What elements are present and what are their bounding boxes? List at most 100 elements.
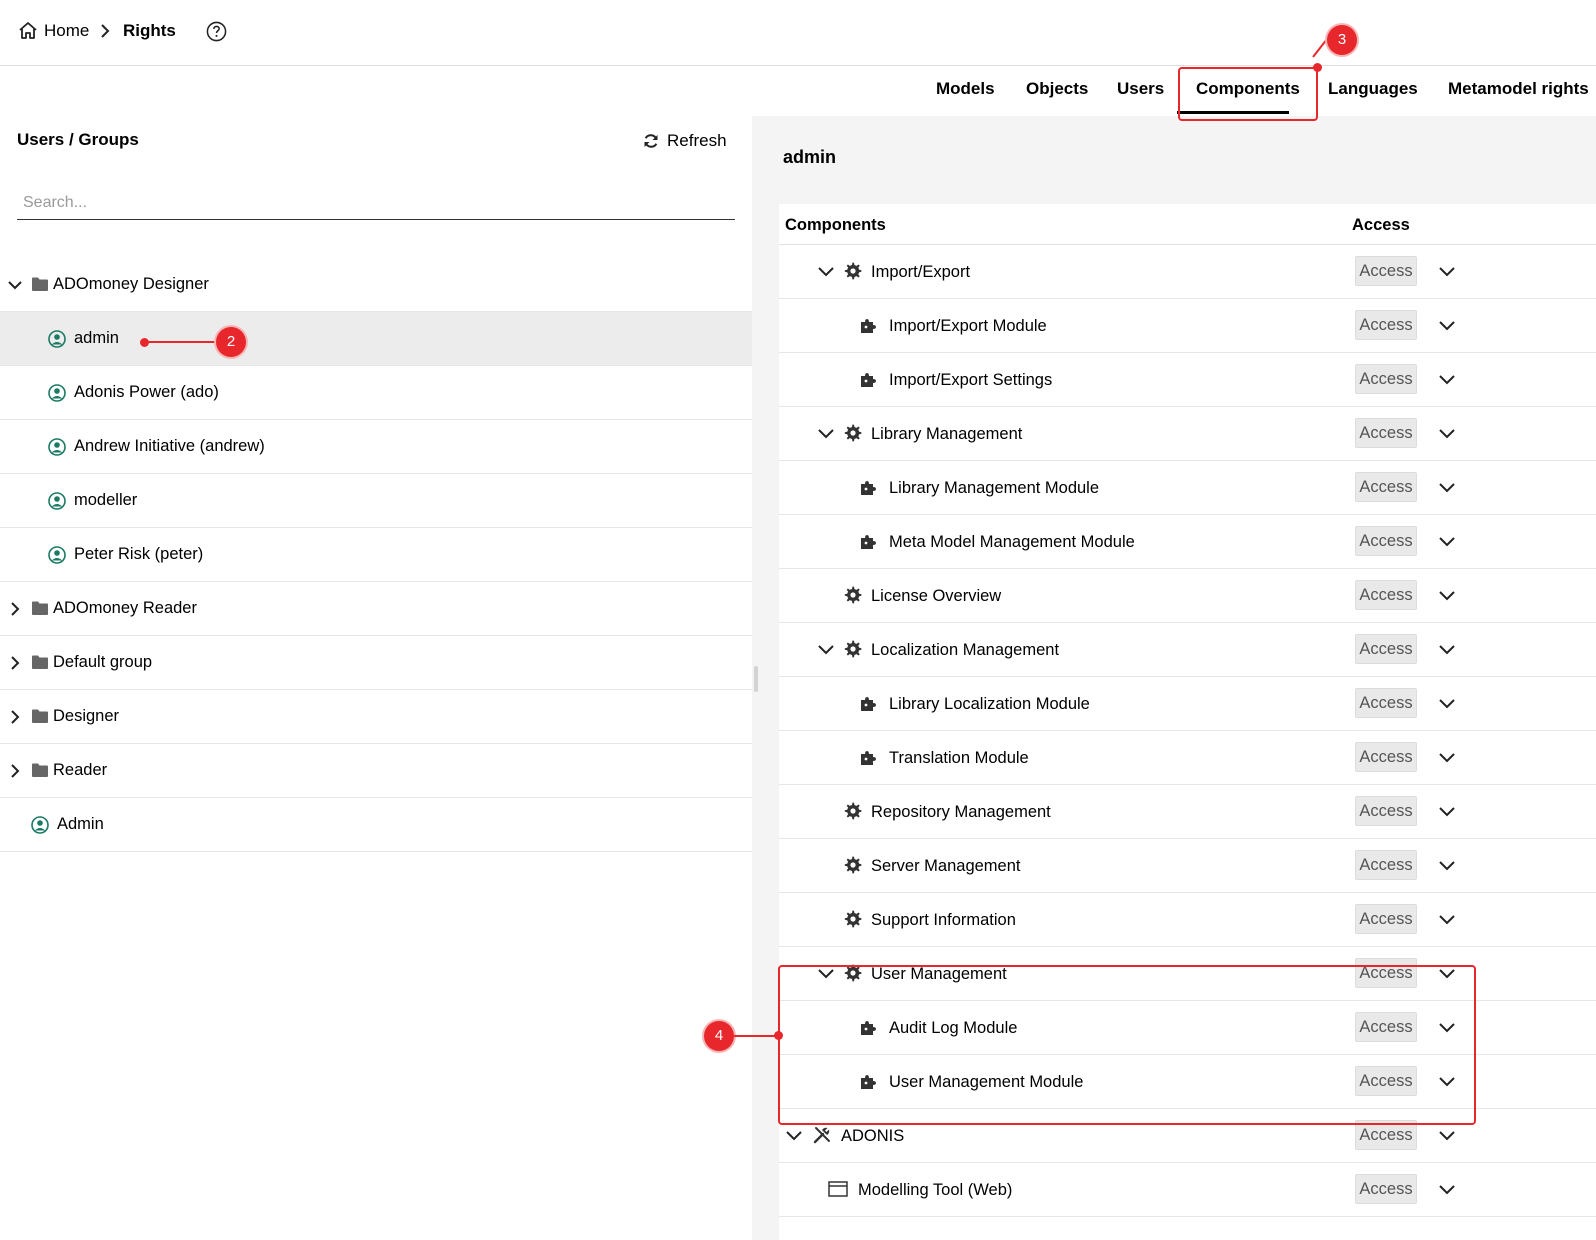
column-header-components: Components bbox=[785, 216, 886, 234]
component-label: Translation Module bbox=[889, 749, 1029, 767]
refresh-button[interactable]: Refresh bbox=[643, 131, 727, 151]
component-row-modelling-tool-web[interactable]: Modelling Tool (Web) Access bbox=[779, 1163, 1596, 1217]
tree-group-designer[interactable]: Designer bbox=[0, 690, 752, 744]
selected-user-title: admin bbox=[783, 147, 837, 167]
component-row-translation-module[interactable]: Translation Module Access bbox=[779, 731, 1596, 785]
chevron-right-icon[interactable] bbox=[7, 763, 23, 779]
component-row-import-export-module[interactable]: Import/Export Module Access bbox=[779, 299, 1596, 353]
user-icon bbox=[48, 330, 66, 348]
access-value[interactable]: Access bbox=[1355, 472, 1417, 502]
tree-user-adonis-power[interactable]: Adonis Power (ado) bbox=[0, 366, 752, 420]
access-value[interactable]: Access bbox=[1355, 796, 1417, 826]
tab-models[interactable]: Models bbox=[936, 79, 995, 99]
access-value[interactable]: Access bbox=[1355, 364, 1417, 394]
tree-group-label: ADOmoney Designer bbox=[53, 275, 209, 293]
tree-user-peter-risk[interactable]: Peter Risk (peter) bbox=[0, 528, 752, 582]
puzzle-icon bbox=[861, 697, 876, 711]
tree-group-default-group[interactable]: Default group bbox=[0, 636, 752, 690]
component-row-library-management[interactable]: Library Management Access bbox=[779, 407, 1596, 461]
tree-user-admin-root[interactable]: Admin bbox=[0, 798, 752, 852]
chevron-down-icon[interactable] bbox=[1438, 748, 1456, 766]
access-value[interactable]: Access bbox=[1355, 580, 1417, 610]
gear-icon bbox=[844, 424, 862, 442]
breadcrumb-current: Rights bbox=[123, 21, 176, 40]
component-row-support-information[interactable]: Support Information Access bbox=[779, 893, 1596, 947]
tree-group-label: Reader bbox=[53, 761, 108, 779]
chevron-down-icon[interactable] bbox=[1438, 262, 1456, 280]
chevron-down-icon[interactable] bbox=[1438, 856, 1456, 874]
tree-user-label: modeller bbox=[74, 491, 138, 509]
chevron-down-icon[interactable] bbox=[1438, 424, 1456, 442]
tab-languages[interactable]: Languages bbox=[1328, 79, 1418, 99]
chevron-down-icon[interactable] bbox=[1438, 694, 1456, 712]
chevron-right-icon[interactable] bbox=[7, 601, 23, 617]
chevron-down-icon[interactable] bbox=[1438, 316, 1456, 334]
access-value[interactable]: Access bbox=[1355, 634, 1417, 664]
access-value[interactable]: Access bbox=[1355, 1174, 1417, 1204]
tree-user-label: Andrew Initiative (andrew) bbox=[74, 437, 265, 455]
tree-group-reader[interactable]: Reader bbox=[0, 744, 752, 798]
refresh-label: Refresh bbox=[667, 131, 727, 150]
chevron-down-icon[interactable] bbox=[817, 262, 835, 280]
component-row-server-management[interactable]: Server Management Access bbox=[779, 839, 1596, 893]
access-value[interactable]: Access bbox=[1355, 418, 1417, 448]
chevron-down-icon[interactable] bbox=[1438, 586, 1456, 604]
access-value[interactable]: Access bbox=[1355, 904, 1417, 934]
tree-user-modeller[interactable]: modeller bbox=[0, 474, 752, 528]
tab-metamodel-rights[interactable]: Metamodel rights bbox=[1448, 79, 1589, 99]
chevron-right-icon[interactable] bbox=[7, 709, 23, 725]
component-label: License Overview bbox=[871, 587, 1002, 605]
search-input[interactable] bbox=[17, 186, 735, 220]
chevron-right-icon[interactable] bbox=[7, 655, 23, 671]
help-icon[interactable] bbox=[206, 21, 227, 42]
access-value[interactable]: Access bbox=[1355, 526, 1417, 556]
annotation-3-badge: 3 bbox=[1327, 25, 1357, 55]
gear-icon bbox=[844, 262, 862, 280]
breadcrumb-home[interactable]: Home bbox=[44, 21, 89, 41]
access-value[interactable]: Access bbox=[1355, 688, 1417, 718]
folder-icon bbox=[32, 709, 48, 723]
chevron-down-icon[interactable] bbox=[785, 1126, 803, 1144]
annotation-3-dot bbox=[1313, 63, 1322, 72]
tree-user-label: Admin bbox=[57, 815, 104, 833]
component-row-license-overview[interactable]: License Overview Access bbox=[779, 569, 1596, 623]
access-value[interactable]: Access bbox=[1355, 310, 1417, 340]
tree-user-admin[interactable]: admin bbox=[0, 312, 752, 366]
puzzle-icon bbox=[861, 481, 876, 495]
gear-icon bbox=[844, 640, 862, 658]
tree-user-andrew-initiative[interactable]: Andrew Initiative (andrew) bbox=[0, 420, 752, 474]
access-value[interactable]: Access bbox=[1355, 850, 1417, 880]
annotation-4-line bbox=[734, 1035, 778, 1037]
component-row-import-export-settings[interactable]: Import/Export Settings Access bbox=[779, 353, 1596, 407]
chevron-down-icon[interactable] bbox=[1438, 910, 1456, 928]
access-value[interactable]: Access bbox=[1355, 742, 1417, 772]
chevron-down-icon[interactable] bbox=[817, 424, 835, 442]
component-label: Library Management Module bbox=[889, 479, 1100, 497]
chevron-down-icon[interactable] bbox=[7, 277, 23, 293]
access-value[interactable]: Access bbox=[1355, 256, 1417, 286]
component-row-repository-management[interactable]: Repository Management Access bbox=[779, 785, 1596, 839]
splitter-handle[interactable] bbox=[754, 666, 758, 692]
chevron-down-icon[interactable] bbox=[1438, 1126, 1456, 1144]
gear-icon bbox=[844, 802, 862, 820]
home-icon[interactable] bbox=[18, 21, 38, 41]
component-row-meta-model-management-module[interactable]: Meta Model Management Module Access bbox=[779, 515, 1596, 569]
chevron-down-icon[interactable] bbox=[1438, 640, 1456, 658]
component-row-import-export[interactable]: Import/Export Access bbox=[779, 245, 1596, 299]
chevron-down-icon[interactable] bbox=[817, 640, 835, 658]
component-row-library-localization-module[interactable]: Library Localization Module Access bbox=[779, 677, 1596, 731]
chevron-down-icon[interactable] bbox=[1438, 532, 1456, 550]
component-label: Import/Export bbox=[871, 263, 971, 281]
tab-users[interactable]: Users bbox=[1117, 79, 1164, 99]
annotation-4-box bbox=[778, 965, 1476, 1125]
tree-group-adomoney-designer[interactable]: ADOmoney Designer bbox=[0, 258, 752, 312]
chevron-down-icon[interactable] bbox=[1438, 802, 1456, 820]
chevron-down-icon[interactable] bbox=[1438, 1180, 1456, 1198]
component-row-localization-management[interactable]: Localization Management Access bbox=[779, 623, 1596, 677]
component-row-library-management-module[interactable]: Library Management Module Access bbox=[779, 461, 1596, 515]
chevron-down-icon[interactable] bbox=[1438, 370, 1456, 388]
tools-icon bbox=[813, 1127, 830, 1144]
tab-objects[interactable]: Objects bbox=[1026, 79, 1088, 99]
chevron-down-icon[interactable] bbox=[1438, 478, 1456, 496]
tree-group-adomoney-reader[interactable]: ADOmoney Reader bbox=[0, 582, 752, 636]
